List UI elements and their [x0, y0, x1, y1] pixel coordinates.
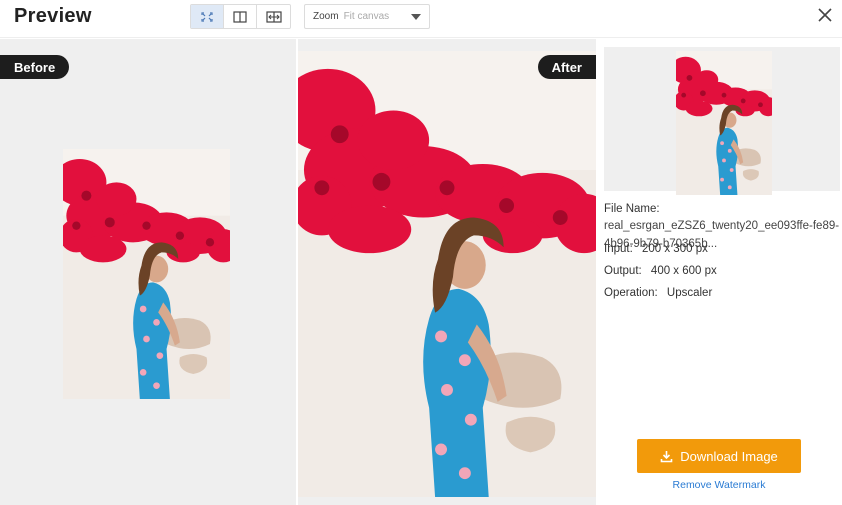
- info-panel: File Name: real_esrgan_eZSZ6_twenty20_ee…: [598, 39, 842, 505]
- before-tag: Before: [0, 55, 70, 79]
- close-icon[interactable]: [816, 6, 834, 24]
- zoom-select[interactable]: Zoom Fit canvas: [304, 4, 430, 29]
- slider-compare-button[interactable]: [257, 5, 290, 28]
- after-image: [298, 51, 596, 497]
- zoom-value: Fit canvas: [343, 11, 390, 22]
- split-view-button[interactable]: [224, 5, 257, 28]
- input-row: Input: 200 x 300 px: [604, 241, 708, 258]
- preview-header: Preview Zoom Fit canvas: [0, 0, 842, 38]
- file-name-label: File Name:: [604, 203, 660, 215]
- download-label: Download Image: [680, 448, 778, 464]
- operation-row: Operation: Upscaler: [604, 285, 712, 302]
- output-label: Output:: [604, 265, 642, 277]
- slider-compare-icon: [265, 10, 282, 23]
- fit-screen-button[interactable]: [191, 5, 224, 28]
- download-image-button[interactable]: Download Image: [637, 439, 801, 473]
- split-view-icon: [233, 10, 247, 23]
- operation-value: Upscaler: [666, 287, 713, 299]
- page-title: Preview: [14, 5, 92, 27]
- zoom-label: Zoom: [313, 11, 339, 22]
- output-value: 400 x 600 px: [650, 265, 717, 277]
- operation-label: Operation:: [604, 287, 658, 299]
- remove-watermark-link[interactable]: Remove Watermark: [637, 479, 801, 491]
- before-pane: Before: [0, 39, 296, 505]
- input-value: 200 x 300 px: [641, 243, 708, 255]
- after-tag: After: [537, 55, 596, 79]
- output-row: Output: 400 x 600 px: [604, 263, 717, 280]
- download-icon: [660, 450, 673, 462]
- before-image: [63, 149, 230, 399]
- after-pane: After: [298, 39, 596, 505]
- fit-screen-icon: [201, 11, 213, 22]
- view-mode-group: [190, 4, 291, 29]
- input-label: Input:: [604, 243, 633, 255]
- thumbnail-frame: [604, 47, 840, 191]
- thumbnail-image: [676, 51, 772, 195]
- chevron-down-icon: [411, 14, 421, 20]
